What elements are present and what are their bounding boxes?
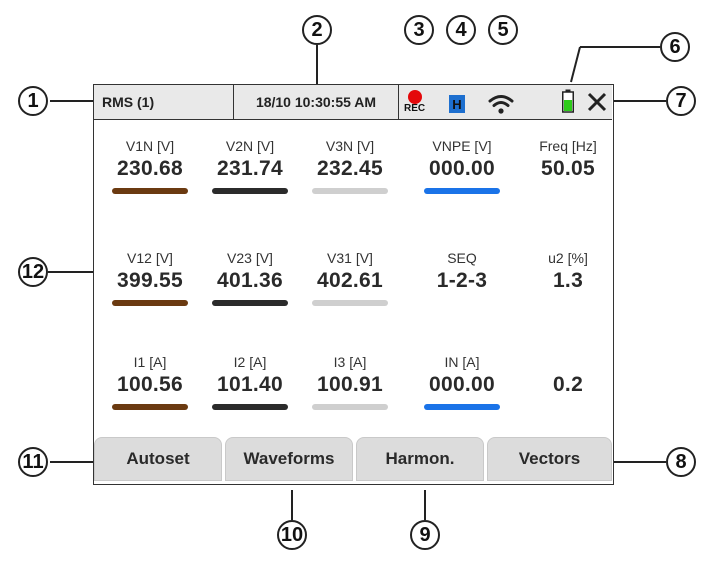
measurement-value: 230.68 <box>116 157 184 180</box>
callout-2: 2 <box>302 15 332 45</box>
measurement-cell: V12 [V] 399.55 <box>100 249 200 306</box>
measurement-cell: VNPE [V] 000.00 <box>412 137 512 194</box>
autoset-button[interactable]: Autoset <box>94 437 222 481</box>
measurement-label: Freq [Hz] <box>539 138 597 154</box>
measurement-value: 50.05 <box>540 157 596 180</box>
measurement-value: 101.40 <box>216 373 284 396</box>
measurement-cell: I2 [A] 101.40 <box>200 353 300 410</box>
measurement-label: V1N [V] <box>125 138 175 154</box>
measurement-label: V23 [V] <box>227 250 273 266</box>
measurement-value: 232.45 <box>316 157 384 180</box>
measurement-cell: V1N [V] 230.68 <box>100 137 200 194</box>
phase-color-bar <box>212 188 288 194</box>
callout-6: 6 <box>660 32 690 62</box>
phase-color-bar <box>112 404 188 410</box>
measurement-value: 000.00 <box>428 373 496 396</box>
measurement-label: V2N [V] <box>225 138 275 154</box>
measurement-label: I1 [A] <box>133 354 167 370</box>
phase-color-bar <box>312 300 388 306</box>
phase-color-bar <box>424 404 500 410</box>
harmonics-button[interactable]: Harmon. <box>356 437 484 481</box>
measurement-value: 402.61 <box>316 269 384 292</box>
vectors-button[interactable]: Vectors <box>487 437 612 481</box>
phase-color-bar <box>312 188 388 194</box>
measurement-label <box>518 353 618 371</box>
measurement-label: VNPE [V] <box>432 138 492 154</box>
measurement-label: V12 [V] <box>127 250 173 266</box>
callout-3: 3 <box>404 15 434 45</box>
callout-1: 1 <box>18 86 48 116</box>
callout-12: 12 <box>18 257 48 287</box>
hold-icon: H <box>449 95 465 113</box>
callout-8: 8 <box>666 447 696 477</box>
measurement-label: V3N [V] <box>325 138 375 154</box>
measurement-cell: IN [A] 000.00 <box>412 353 512 410</box>
measurement-cell: u2 [%] 1.3 <box>518 249 618 294</box>
measurement-mode[interactable]: RMS (1) <box>94 85 234 119</box>
callout-7: 7 <box>666 86 696 116</box>
measurement-value: 1-2-3 <box>436 269 488 292</box>
measurement-value: 0.2 <box>552 373 584 396</box>
record-icon: REC <box>404 90 426 118</box>
measurement-value: 1.3 <box>552 269 584 292</box>
measurement-value: 401.36 <box>216 269 284 292</box>
status-bar: RMS (1) 18/10 10:30:55 AM REC H <box>94 85 612 120</box>
measurement-value: 399.55 <box>116 269 184 292</box>
phase-color-bar <box>112 300 188 306</box>
measurement-value: 231.74 <box>216 157 284 180</box>
softkey-bar: Autoset Waveforms Harmon. Vectors <box>94 437 612 483</box>
phase-color-bar <box>212 300 288 306</box>
measurement-cell: I3 [A] 100.91 <box>300 353 400 410</box>
wifi-icon <box>488 95 514 114</box>
callout-4: 4 <box>446 15 476 45</box>
measurement-cell: V3N [V] 232.45 <box>300 137 400 194</box>
measurement-cell: V31 [V] 402.61 <box>300 249 400 306</box>
measurement-cell: SEQ 1-2-3 <box>412 249 512 294</box>
phase-color-bar <box>424 188 500 194</box>
measurement-label: I3 [A] <box>333 354 367 370</box>
measurement-value: 000.00 <box>428 157 496 180</box>
callout-11: 11 <box>18 447 48 477</box>
measurement-value: 100.56 <box>116 373 184 396</box>
record-dot <box>408 90 422 104</box>
measurement-label: I2 [A] <box>233 354 267 370</box>
phase-color-bar <box>112 188 188 194</box>
measurement-label: V31 [V] <box>327 250 373 266</box>
phase-color-bar <box>212 404 288 410</box>
phase-color-bar <box>312 404 388 410</box>
waveforms-button[interactable]: Waveforms <box>225 437 353 481</box>
close-icon[interactable] <box>586 91 608 113</box>
battery-icon <box>562 89 574 113</box>
callout-10: 10 <box>277 520 307 550</box>
callout-5: 5 <box>488 15 518 45</box>
callout-9: 9 <box>410 520 440 550</box>
date-time[interactable]: 18/10 10:30:55 AM <box>234 85 399 119</box>
measurement-cell: Freq [Hz] 50.05 <box>518 137 618 182</box>
measurement-label: IN [A] <box>444 354 480 370</box>
measurement-cell: V23 [V] 401.36 <box>200 249 300 306</box>
measurement-cell: 0.2 <box>518 353 618 398</box>
measurement-value: 100.91 <box>316 373 384 396</box>
measurement-label: u2 [%] <box>548 250 588 266</box>
measurement-cell: I1 [A] 100.56 <box>100 353 200 410</box>
measurement-label: SEQ <box>447 250 477 266</box>
measurement-cell: V2N [V] 231.74 <box>200 137 300 194</box>
rec-label: REC <box>404 103 426 114</box>
device-screen: RMS (1) 18/10 10:30:55 AM REC H V1N [V] 2… <box>93 84 614 485</box>
